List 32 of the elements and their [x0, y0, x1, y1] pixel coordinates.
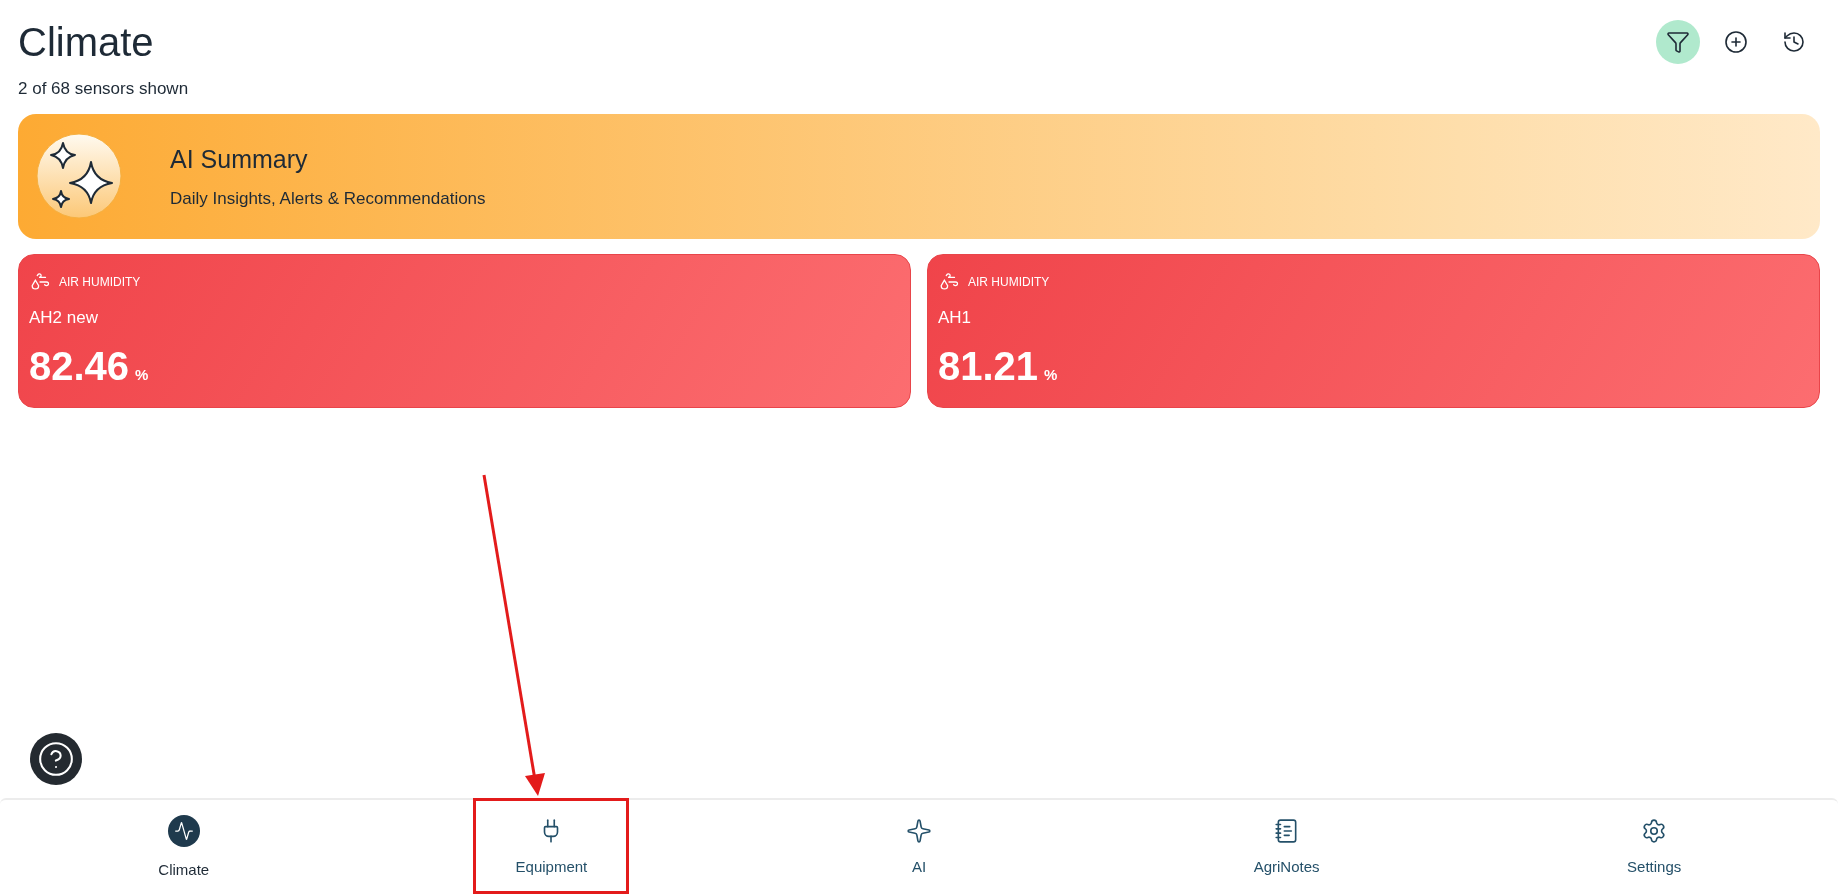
- ai-summary-banner[interactable]: AI Summary Daily Insights, Alerts & Recommendations: [18, 113, 1820, 239]
- sensor-category: AIR HUMIDITY: [968, 273, 1050, 291]
- nav-tab[interactable]: Settings: [1470, 800, 1838, 896]
- history-icon: [1782, 30, 1806, 54]
- help-button[interactable]: [30, 733, 82, 785]
- page-title: Climate: [18, 19, 155, 66]
- nav-tab[interactable]: AI: [735, 800, 1103, 896]
- ai-summary-title: AI Summary: [170, 143, 309, 175]
- sensor-card[interactable]: AIR HUMIDITY AH1 81.21%: [927, 253, 1820, 408]
- sensor-name: AH1: [938, 306, 973, 329]
- sensor-category: AIR HUMIDITY: [59, 273, 141, 291]
- sensor-count: 2 of 68 sensors shown: [18, 78, 189, 100]
- droplet-wind-icon: [938, 270, 960, 293]
- sensor-value: 81.21: [938, 344, 1039, 388]
- sensor-name: AH2 new: [29, 306, 99, 329]
- ai-summary-subtitle: Daily Insights, Alerts & Recommendations: [170, 188, 486, 210]
- nav-tab[interactable]: AgriNotes: [1102, 800, 1471, 896]
- filter-button[interactable]: [1656, 20, 1700, 64]
- sparkle-icon: [906, 817, 932, 844]
- nav-tab[interactable]: Equipment: [367, 800, 736, 896]
- pulse-icon: [167, 814, 200, 847]
- help-icon: [37, 740, 75, 778]
- sensor-unit: %: [135, 365, 149, 385]
- filter-icon: [1666, 30, 1690, 54]
- nav-tab[interactable]: Climate: [0, 800, 368, 896]
- sensor-unit: %: [1044, 365, 1058, 385]
- droplet-wind-icon: [29, 270, 51, 293]
- sparkles-icon: [36, 133, 122, 219]
- settings-icon: [1641, 817, 1668, 844]
- sensor-card[interactable]: AIR HUMIDITY AH2 new 82.46%: [18, 253, 911, 408]
- sensor-value: 82.46: [29, 344, 130, 388]
- plus-circle-icon: [1724, 30, 1748, 54]
